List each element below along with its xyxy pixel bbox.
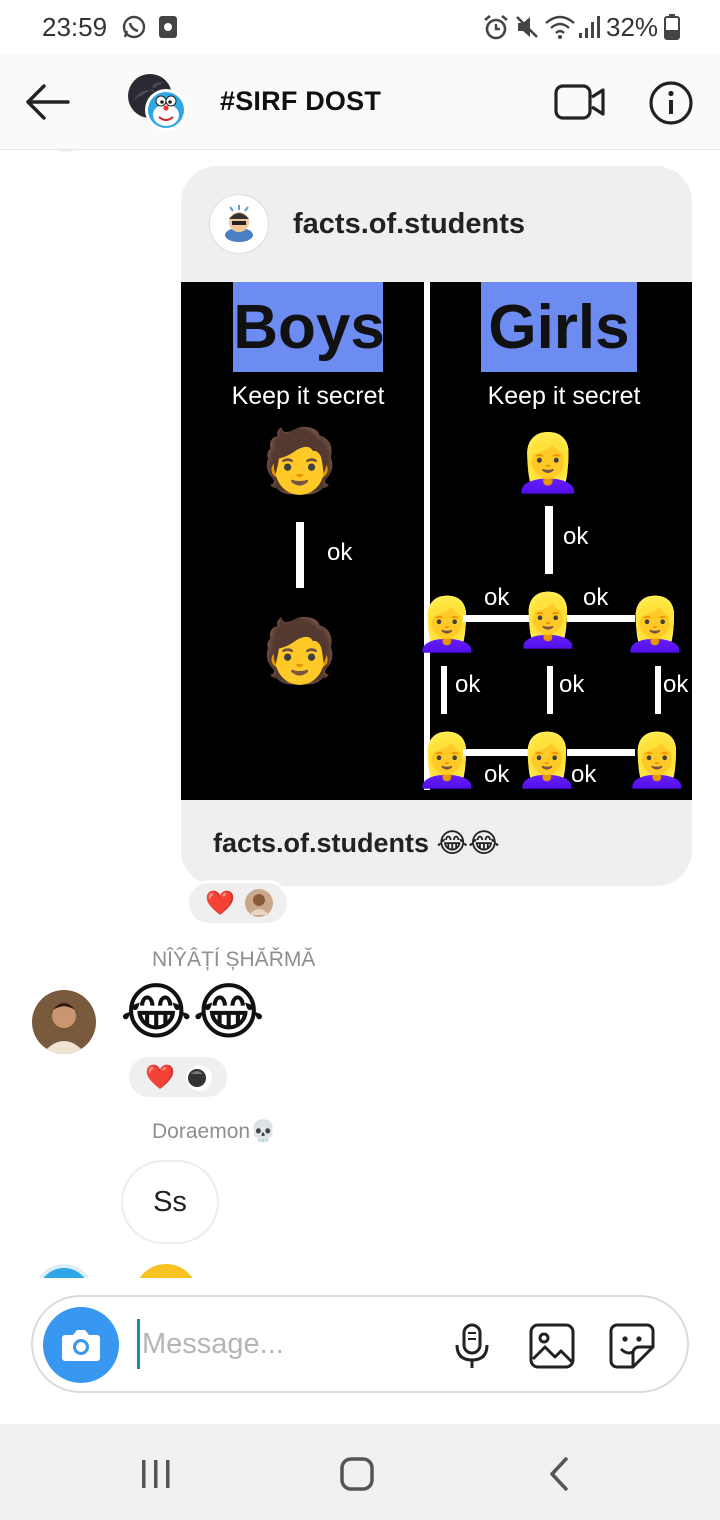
chat-header: #SIRF DOST	[0, 54, 720, 150]
meme-girls-title: Girls	[488, 293, 629, 362]
message-composer	[31, 1295, 689, 1393]
post-author-username[interactable]: facts.of.students	[293, 208, 525, 241]
avatar-niyati[interactable]	[32, 990, 96, 1054]
home-icon	[340, 1457, 374, 1491]
group-title[interactable]: #SIRF DOST	[220, 86, 381, 117]
sticker-button[interactable]	[607, 1321, 657, 1371]
back-arrow-icon	[26, 84, 70, 120]
whatsapp-icon	[121, 14, 147, 45]
heart-reaction-icon: ❤️	[205, 890, 235, 917]
post-caption: facts.of.students 😂😂	[213, 828, 500, 858]
meme-ok-label: ok	[327, 539, 353, 566]
sticker-icon	[609, 1323, 655, 1369]
post-author-avatar[interactable]	[209, 194, 269, 254]
meme-ok-label: ok	[559, 671, 585, 698]
camera-button[interactable]	[43, 1307, 119, 1383]
post-reaction-pill[interactable]: ❤️	[186, 880, 290, 926]
battery-percent: 32%	[606, 12, 659, 42]
sender-name-doraemon: Doraemon💀	[152, 1120, 277, 1143]
reactor-avatar	[185, 1064, 213, 1092]
doraemon-message-bubble[interactable]: Ss	[121, 1160, 219, 1244]
previous-message-peek	[40, 150, 340, 161]
battery-icon	[664, 14, 680, 45]
back-button[interactable]	[20, 78, 76, 126]
meme-girls-subtitle: Keep it secret	[488, 382, 641, 410]
meme-ok-label: ok	[484, 584, 510, 611]
meme-boy-figure: 🧑	[261, 423, 338, 496]
meme-girl-figure: 👱‍♀️	[513, 431, 583, 495]
meme-ok-label: ok	[455, 671, 481, 698]
meme-girl-figure: 👱‍♀️	[415, 730, 480, 790]
signal-icon	[578, 14, 602, 45]
reactor-avatar	[245, 889, 273, 917]
message-list[interactable]: facts.of.students Boys Keep it secret Gi…	[0, 150, 720, 1278]
recent-apps-icon	[142, 1460, 170, 1488]
meme-boys-title: Boys	[233, 293, 385, 362]
home-button[interactable]	[337, 1454, 377, 1494]
microphone-icon	[455, 1323, 489, 1368]
sender-name-niyati: NÎŶÂȚÍ ȘHĂŘMĂ	[152, 948, 316, 971]
doraemon-message-text: Ss	[153, 1186, 187, 1218]
chat-screen: 23:59 32% #SIRF DOST facts.of.students B…	[0, 0, 720, 1520]
post-header[interactable]: facts.of.students	[181, 166, 692, 282]
meme-girl-figure: 👱‍♀️	[625, 730, 690, 790]
back-icon	[550, 1457, 568, 1491]
meme-ok-label: ok	[663, 671, 689, 698]
camera-icon	[62, 1330, 100, 1361]
recent-apps-button[interactable]	[136, 1454, 176, 1494]
next-message-peek	[34, 1262, 214, 1278]
system-back-button[interactable]	[540, 1454, 580, 1494]
gallery-button[interactable]	[527, 1321, 577, 1371]
meme-ok-label: ok	[484, 761, 510, 788]
meme-boy-figure: 🧑	[261, 613, 338, 686]
meme-image[interactable]: Boys Keep it secret Girls Keep it secret…	[181, 282, 692, 800]
app-notification-icon	[158, 14, 178, 45]
niyati-emoji-message[interactable]: 😂😂	[120, 982, 265, 1044]
system-navigation-bar	[0, 1424, 720, 1520]
meme-girl-figure: 👱‍♀️	[515, 730, 580, 790]
wifi-icon	[544, 14, 576, 45]
message-input[interactable]	[137, 1319, 427, 1369]
meme-girl-figure: 👱‍♀️	[415, 594, 480, 654]
meme-ok-label: ok	[563, 523, 589, 550]
gallery-icon	[529, 1323, 575, 1369]
info-button[interactable]	[648, 80, 694, 126]
niyati-reaction-pill[interactable]: ❤️	[126, 1054, 230, 1100]
shared-post-card[interactable]: facts.of.students Boys Keep it secret Gi…	[181, 166, 692, 886]
meme-ok-label: ok	[583, 584, 609, 611]
status-time: 23:59	[42, 12, 108, 42]
meme-girl-figure: 👱‍♀️	[623, 594, 688, 654]
meme-ok-label: ok	[571, 761, 597, 788]
group-avatar[interactable]	[124, 70, 188, 134]
alarm-icon	[482, 14, 510, 47]
status-bar: 23:59 32%	[0, 0, 720, 54]
heart-reaction-icon: ❤️	[145, 1064, 175, 1091]
video-call-icon	[554, 84, 605, 120]
info-icon	[649, 81, 693, 125]
meme-boys-subtitle: Keep it secret	[232, 382, 385, 410]
video-call-button[interactable]	[554, 84, 606, 120]
microphone-button[interactable]	[447, 1321, 497, 1371]
mute-icon	[514, 14, 540, 45]
